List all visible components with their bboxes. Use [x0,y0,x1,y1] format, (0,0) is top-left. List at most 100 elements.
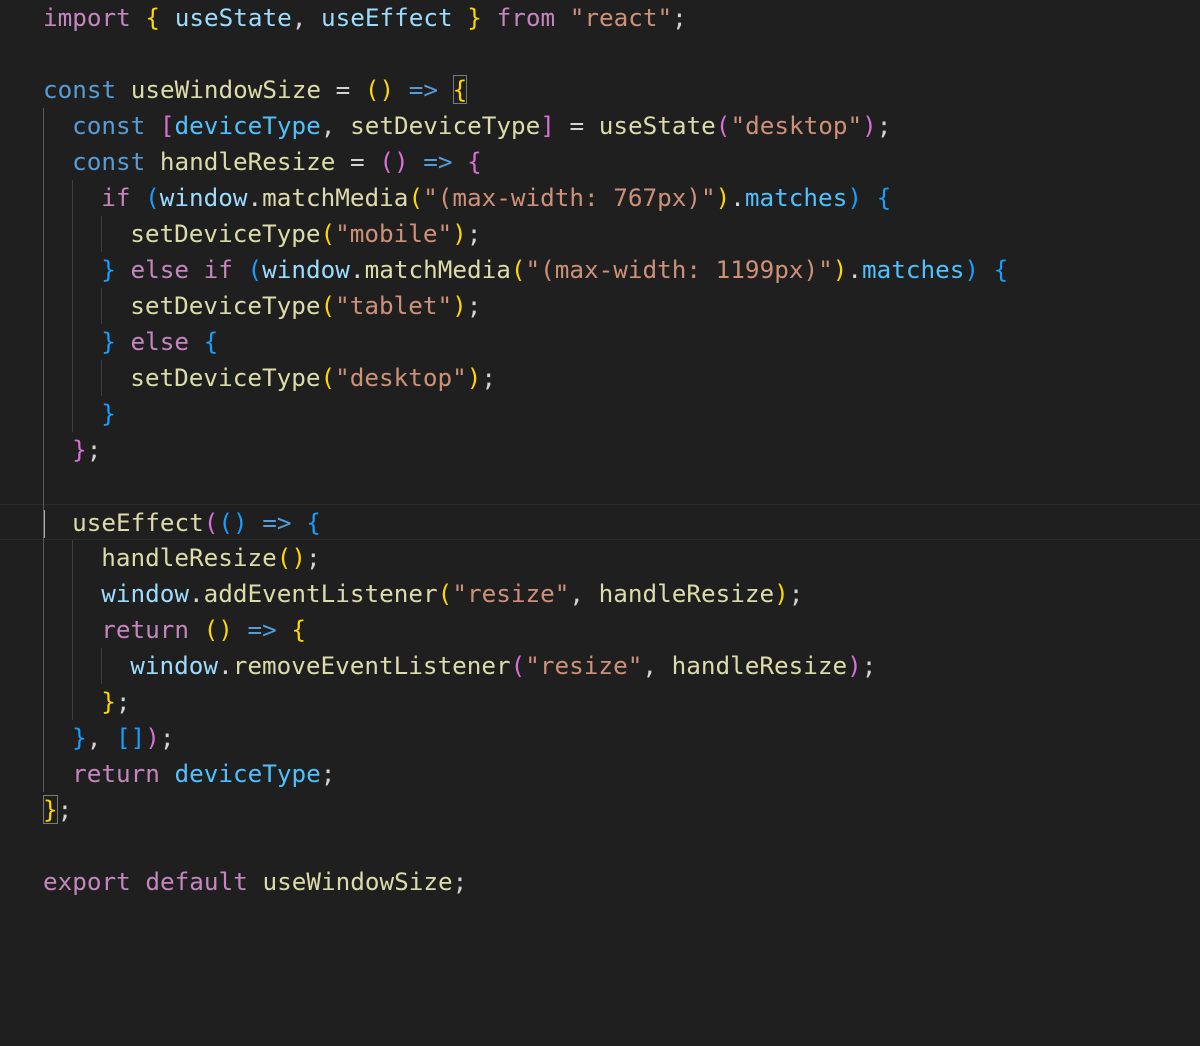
code-token: window [159,183,248,212]
code-line[interactable]: }; [0,792,1200,828]
code-line-content: window.removeEventListener("resize", han… [130,648,876,684]
code-token: } [72,723,87,752]
code-line-content: } else { [101,324,218,360]
code-line[interactable]: window.removeEventListener("resize", han… [0,648,1200,684]
indent-guide [72,576,74,612]
code-token: useWindowSize [262,867,453,896]
code-line-content: }; [101,684,130,720]
code-token: ( [320,219,336,248]
indent-guide [101,648,103,684]
code-line[interactable]: setDeviceType("desktop"); [0,360,1200,396]
code-line[interactable]: export default useWindowSize; [0,864,1200,900]
code-editor[interactable]: import { useState, useEffect } from "rea… [0,0,1200,1046]
code-line[interactable]: handleResize(); [0,540,1200,576]
code-line-content: }; [43,792,72,828]
code-line[interactable]: }; [0,432,1200,468]
code-token: window [262,255,350,284]
code-token: useWindowSize [130,75,321,104]
code-line[interactable]: } else { [0,324,1200,360]
code-token: ; [672,3,687,32]
code-line[interactable] [0,36,1200,72]
code-line[interactable]: } else if (window.matchMedia("(max-width… [0,252,1200,288]
code-token: import [43,3,131,32]
code-token: "mobile" [335,219,453,248]
code-token: } [101,255,116,284]
code-line[interactable]: } [0,396,1200,432]
code-token: handleResize [598,579,775,608]
code-line-content: handleResize(); [101,540,320,576]
code-token: ( [320,291,336,320]
code-token: ( [320,363,336,392]
code-token: useState [174,3,292,32]
code-token: addEventListener [203,579,438,608]
code-line[interactable] [0,828,1200,864]
code-line[interactable] [0,468,1200,504]
code-line[interactable]: return () => { [0,612,1200,648]
code-token: if [101,183,131,212]
code-token: "resize" [525,651,643,680]
code-token: ; [57,795,73,824]
code-token: else [130,327,189,356]
code-token: => [408,75,439,104]
code-token: } [467,3,482,32]
code-token: ; [320,759,336,788]
code-token: ; [788,579,804,608]
code-token: ( [203,508,219,537]
code-token: , [642,651,672,680]
code-line-content: import { useState, useEffect } from "rea… [43,0,687,36]
code-token: => [247,615,277,644]
code-token: ; [481,363,497,392]
code-line[interactable]: if (window.matchMedia("(max-width: 767px… [0,180,1200,216]
code-token: , [291,3,321,32]
code-line[interactable]: const handleResize = () => { [0,144,1200,180]
code-token: ) [774,579,789,608]
code-token: export [43,867,131,896]
code-line[interactable]: return deviceType; [0,756,1200,792]
scope-guide [43,108,44,792]
code-token: () [203,615,233,644]
code-token: { [306,508,321,537]
code-line[interactable]: }, []); [0,720,1200,756]
code-token: ; [466,291,482,320]
code-line[interactable]: window.addEventListener("resize", handle… [0,576,1200,612]
indent-guide [101,216,103,252]
code-token: ) [452,219,467,248]
code-line[interactable]: setDeviceType("tablet"); [0,288,1200,324]
code-token: ; [115,687,131,716]
code-line-content: const handleResize = () => { [72,144,482,180]
code-token: . [218,651,233,680]
code-line-content: export default useWindowSize; [43,864,467,900]
code-token: ) [847,183,862,212]
code-line-content: setDeviceType("desktop"); [130,360,496,396]
code-line[interactable]: useEffect(() => { [0,504,1200,541]
code-token: , [320,111,351,140]
code-line[interactable]: }; [0,684,1200,720]
code-token: if [203,255,233,284]
code-line[interactable]: import { useState, useEffect } from "rea… [0,0,1200,36]
code-token: = [335,147,380,176]
code-line[interactable]: const [deviceType, setDeviceType] = useS… [0,108,1200,144]
indent-guide [72,360,74,396]
code-token: const [72,147,146,176]
code-token: } [101,687,116,716]
code-line[interactable]: setDeviceType("mobile"); [0,216,1200,252]
indent-guide [72,324,74,360]
code-token: ( [437,579,453,608]
code-token: deviceType [174,759,321,788]
indent-guide [72,396,74,432]
code-token: window [130,651,219,680]
code-token: } [43,795,58,824]
code-token: "react" [569,3,673,32]
code-line[interactable]: const useWindowSize = () => { [0,72,1200,108]
code-token: window [101,579,189,608]
